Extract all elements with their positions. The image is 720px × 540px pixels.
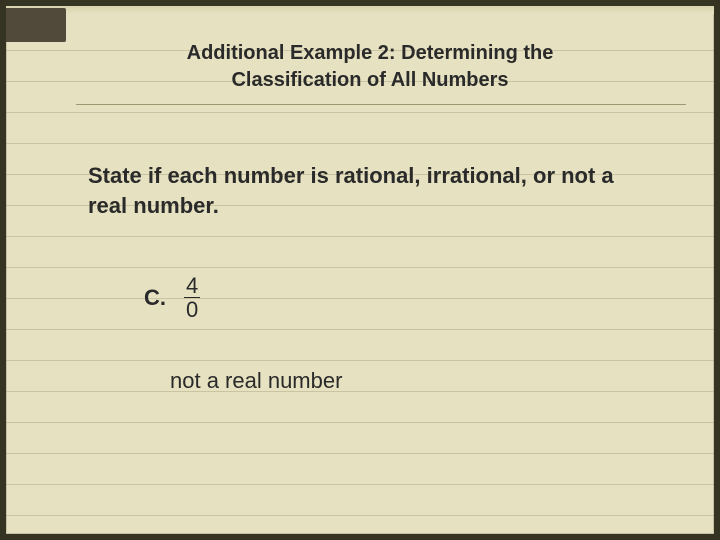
slide-title-line2: Classification of All Numbers bbox=[231, 69, 508, 91]
slide-paper: Additional Example 2: Determining the Cl… bbox=[6, 6, 714, 534]
fraction-denominator: 0 bbox=[184, 298, 200, 321]
item-label: C. bbox=[144, 285, 166, 311]
fraction-numerator: 4 bbox=[184, 274, 200, 298]
page-top-edge bbox=[6, 6, 714, 14]
ruled-lines bbox=[6, 20, 714, 524]
slide-title-line1: Additional Example 2: Determining the bbox=[187, 42, 554, 64]
item-row: C. 4 0 bbox=[144, 274, 200, 321]
title-underline bbox=[76, 104, 686, 105]
prompt-text: State if each number is rational, irrati… bbox=[88, 161, 644, 220]
fraction: 4 0 bbox=[184, 274, 200, 321]
slide-title: Additional Example 2: Determining the Cl… bbox=[86, 40, 654, 94]
binder-tab-icon bbox=[6, 8, 66, 42]
answer-text: not a real number bbox=[170, 368, 342, 394]
